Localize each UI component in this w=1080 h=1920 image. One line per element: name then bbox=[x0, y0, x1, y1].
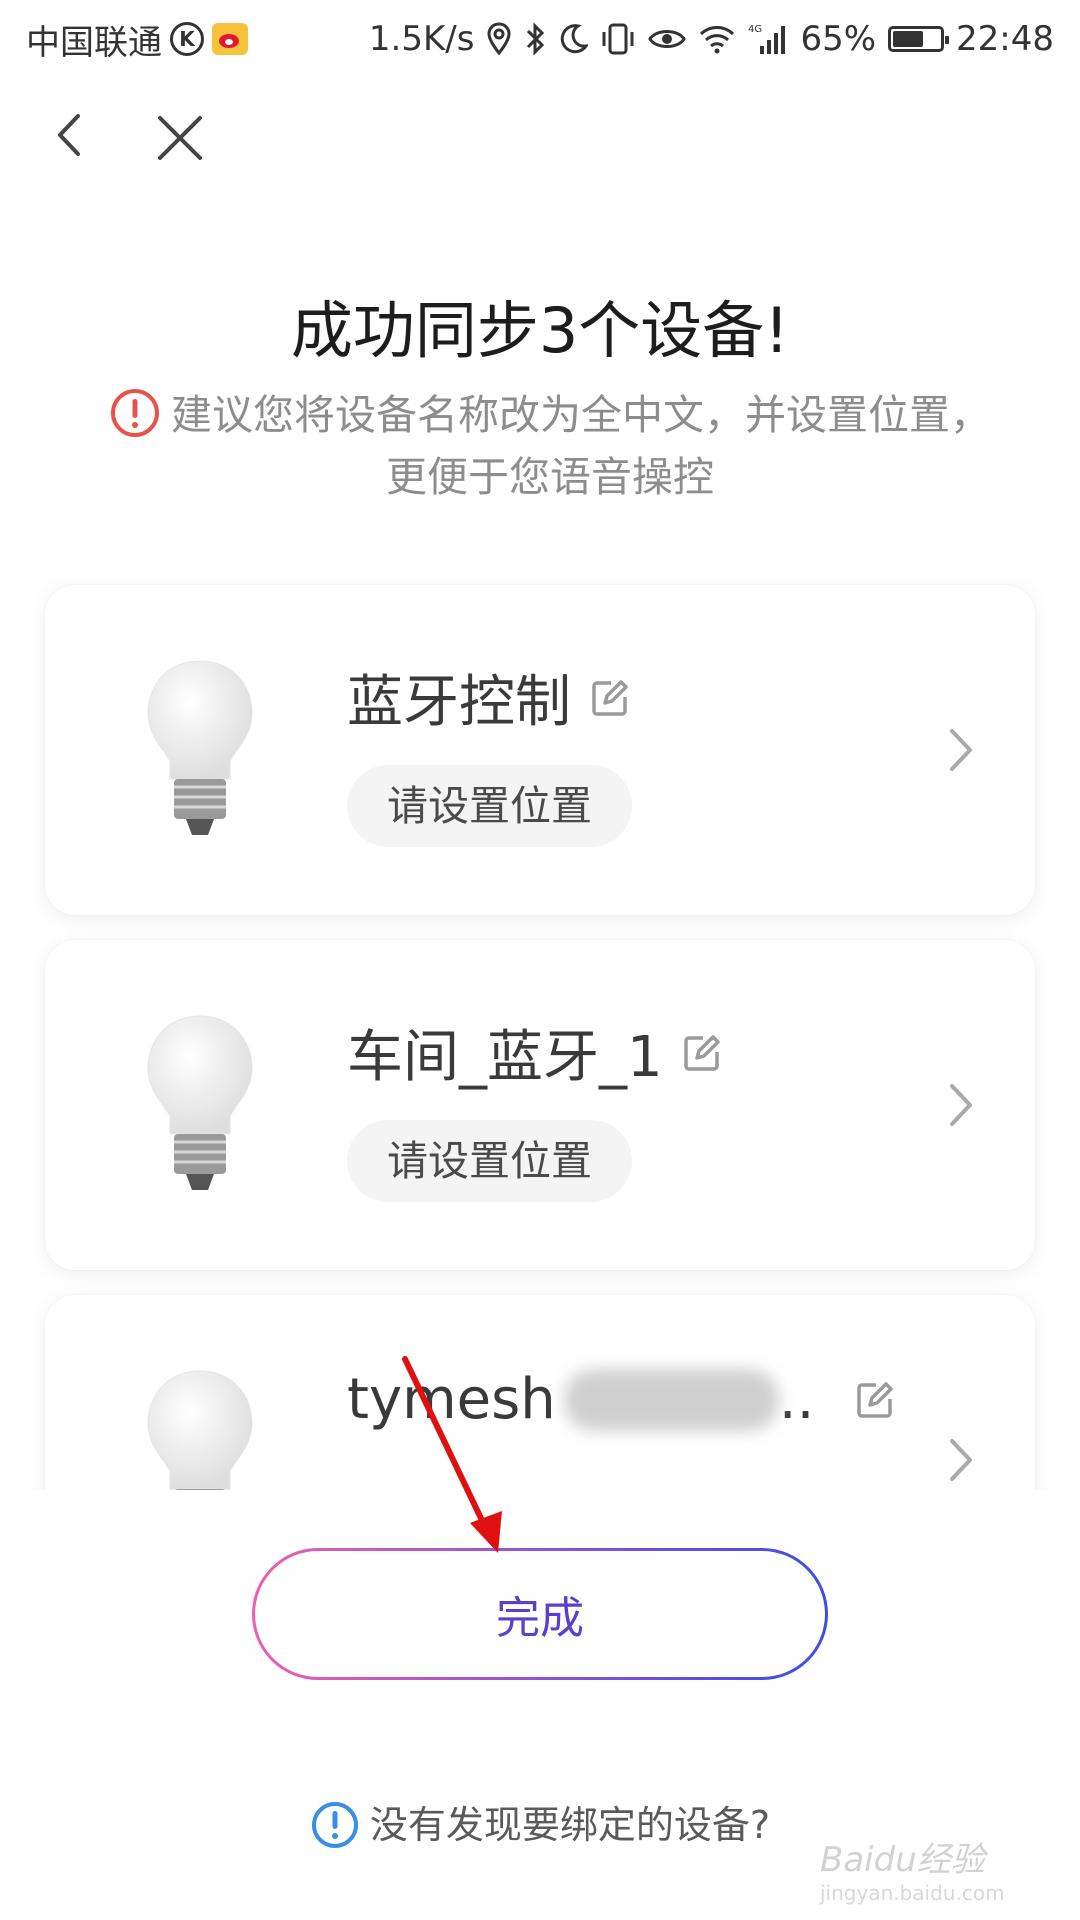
info-icon bbox=[311, 1802, 358, 1848]
device-card[interactable]: 蓝牙控制 请设置位置 bbox=[45, 585, 1035, 915]
bluetooth-icon bbox=[524, 22, 546, 56]
close-button[interactable] bbox=[152, 110, 208, 166]
bulb-icon bbox=[147, 1015, 253, 1190]
battery-icon bbox=[888, 26, 950, 52]
wifi-icon bbox=[698, 24, 736, 54]
chevron-right-icon[interactable] bbox=[947, 725, 975, 775]
notice: 建议您将设备名称改为全中文，并设置位置，更便于您语音操控 bbox=[100, 384, 1000, 508]
bulb-icon bbox=[147, 660, 253, 835]
battery-percent: 65% bbox=[800, 19, 877, 59]
done-button[interactable]: 完成 bbox=[252, 1548, 828, 1680]
edit-icon[interactable] bbox=[681, 1032, 723, 1074]
signal-icon: 4G bbox=[748, 22, 788, 56]
battery-level bbox=[893, 31, 923, 47]
warning-icon bbox=[111, 389, 159, 437]
moon-icon bbox=[558, 23, 589, 55]
chevron-right-icon[interactable] bbox=[947, 1080, 975, 1130]
watermark-sub: jingyan.baidu.com bbox=[820, 1881, 1005, 1905]
bulb-icon bbox=[147, 1370, 253, 1490]
clock: 22:48 bbox=[956, 19, 1054, 59]
close-icon bbox=[158, 116, 202, 160]
watermark-main: Baidu经验 bbox=[820, 1840, 985, 1880]
status-bar: 中国联通 K 1.5K/s 4G 65% 22:48 bbox=[0, 0, 1080, 78]
device-card[interactable]: 车间_蓝牙_1 请设置位置 bbox=[45, 940, 1035, 1270]
set-location-button[interactable]: 请设置位置 bbox=[347, 1120, 632, 1202]
device-list[interactable]: 蓝牙控制 请设置位置 车间_蓝牙_1 请设置位置 tymesh .. bbox=[0, 560, 1080, 1490]
edit-icon[interactable] bbox=[854, 1379, 896, 1421]
page-title: 成功同步3个设备! bbox=[290, 294, 790, 367]
watermark: Baidu经验 jingyan.baidu.com bbox=[820, 1832, 1005, 1905]
done-button-label: 完成 bbox=[255, 1551, 825, 1677]
carrier-label: 中国联通 bbox=[26, 22, 162, 63]
device-name-text: 蓝牙控制 bbox=[347, 670, 571, 735]
device-name[interactable]: 蓝牙控制 bbox=[347, 657, 631, 738]
annotation-arrow-icon bbox=[402, 1356, 502, 1553]
network-type: 4G bbox=[748, 24, 762, 35]
eye-icon bbox=[648, 25, 687, 53]
network-speed: 1.5K/s bbox=[368, 19, 475, 59]
help-text: 没有发现要绑定的设备? bbox=[369, 1803, 771, 1847]
set-location-button[interactable]: 请设置位置 bbox=[347, 765, 632, 847]
weibo-icon bbox=[212, 23, 248, 55]
location-icon bbox=[486, 22, 512, 56]
k-app-icon: K bbox=[170, 22, 204, 56]
back-arrow-icon bbox=[58, 114, 80, 156]
notice-text: 建议您将设备名称改为全中文，并设置位置，更便于您语音操控 bbox=[171, 391, 991, 501]
edit-icon[interactable] bbox=[589, 677, 631, 719]
device-name-text: 车间_蓝牙_1 bbox=[347, 1025, 663, 1090]
redacted-text bbox=[563, 1368, 779, 1431]
back-button[interactable] bbox=[48, 110, 98, 160]
device-name[interactable]: 车间_蓝牙_1 bbox=[347, 1012, 723, 1093]
chevron-right-icon[interactable] bbox=[947, 1435, 975, 1485]
device-card[interactable]: tymesh .. bbox=[45, 1295, 1035, 1490]
device-name-ellipsis: .. bbox=[778, 1367, 815, 1432]
vibrate-icon bbox=[600, 22, 636, 56]
